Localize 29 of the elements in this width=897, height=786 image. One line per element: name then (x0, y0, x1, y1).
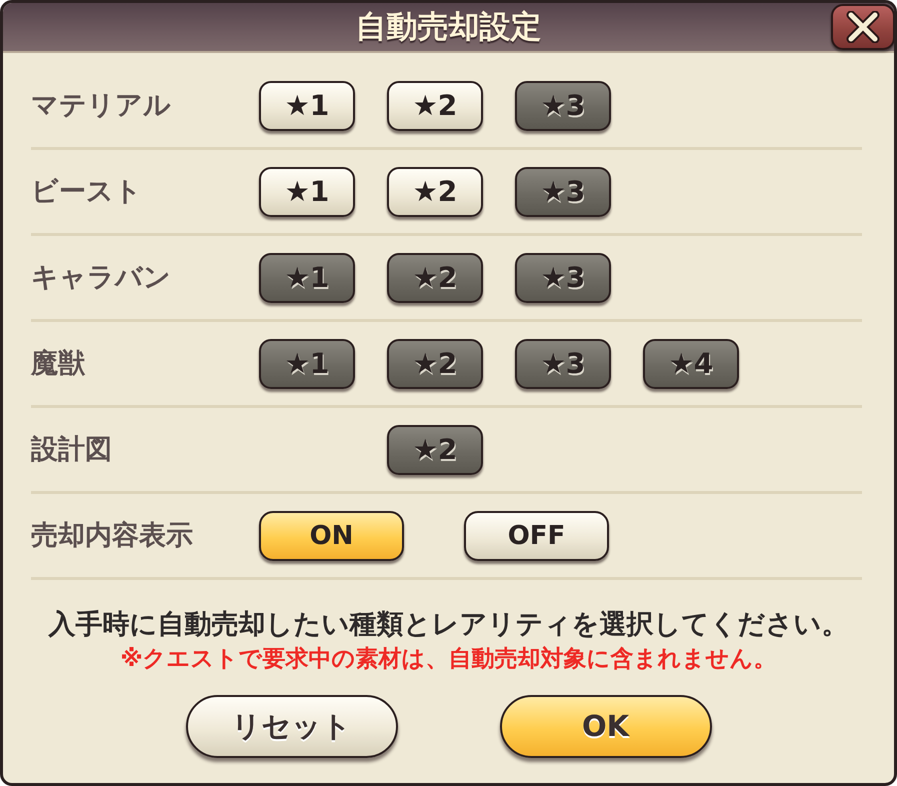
rarity-toggle-button[interactable]: ★2 (387, 253, 483, 303)
category-label: 設計図 (31, 432, 113, 467)
category-label: 魔獣 (31, 346, 86, 381)
category-label: ビースト (31, 174, 143, 209)
rarity-toggle-button[interactable]: ★3 (515, 253, 611, 303)
category-label: マテリアル (31, 88, 172, 123)
rarity-toggle-button[interactable]: ★2 (387, 81, 483, 131)
close-icon (846, 11, 880, 43)
rarity-toggle-button[interactable]: ★2 (387, 167, 483, 217)
display-option-button[interactable]: ON (259, 511, 404, 561)
display-option-button[interactable]: OFF (464, 511, 609, 561)
warning-text: ※クエストで要求中の素材は、自動売却対象に含まれません。 (120, 645, 777, 674)
category-label: 売却内容表示 (31, 518, 194, 553)
instruction-text: 入手時に自動売却したい種類とレアリティを選択してください。 (48, 608, 848, 642)
category-label: キャラバン (31, 260, 172, 295)
rarity-toggle-button[interactable]: ★3 (515, 167, 611, 217)
rarity-toggle-button[interactable]: ★1 (259, 81, 355, 131)
rarity-toggle-button[interactable]: ★1 (259, 167, 355, 217)
rarity-toggle-button[interactable]: ★3 (515, 339, 611, 389)
close-button[interactable] (831, 4, 894, 50)
rarity-toggle-button[interactable]: ★1 (259, 339, 355, 389)
rarity-toggle-button[interactable]: ★4 (643, 339, 739, 389)
rarity-toggle-button[interactable]: ★2 (387, 339, 483, 389)
rarity-toggle-button[interactable]: ★1 (259, 253, 355, 303)
ok-button[interactable]: OK (500, 695, 712, 758)
reset-button[interactable]: リセット (186, 695, 398, 758)
rarity-toggle-button[interactable]: ★3 (515, 81, 611, 131)
rarity-toggle-button[interactable]: ★2 (387, 425, 483, 475)
dialog-title: 自動売却設定 (356, 12, 542, 42)
